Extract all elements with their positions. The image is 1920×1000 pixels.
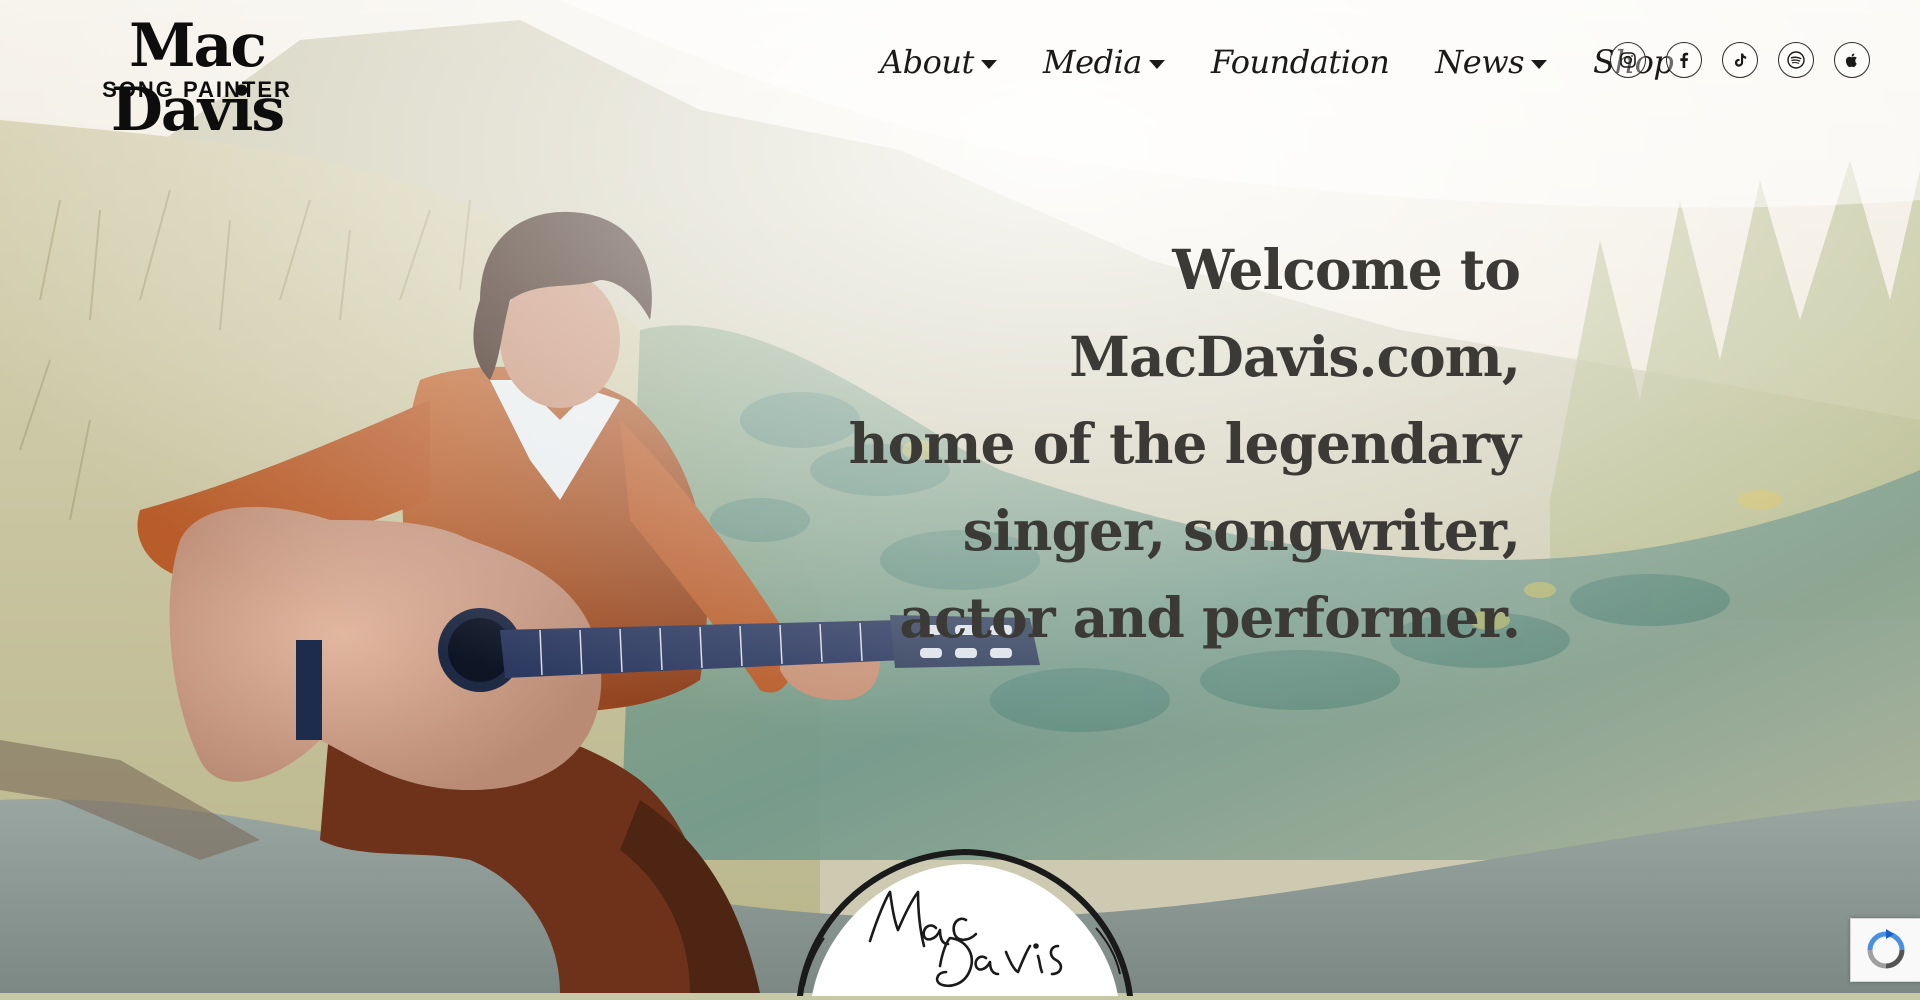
nav-item-label: About xyxy=(880,43,974,81)
hero-line: Welcome to MacDavis.com, xyxy=(1069,237,1521,389)
apple-icon[interactable] xyxy=(1834,42,1870,78)
caret-down-icon xyxy=(1148,60,1165,69)
signature-badge xyxy=(790,846,1140,999)
site-logo[interactable]: Mac Davis SONG PAINTER xyxy=(34,14,364,142)
nav-item-foundation[interactable]: Foundation xyxy=(1210,43,1390,81)
social-links xyxy=(1610,42,1870,78)
recaptcha-badge[interactable] xyxy=(1850,918,1920,982)
caret-down-icon xyxy=(980,60,997,69)
main-nav: About Media Foundation News Shop xyxy=(880,30,1674,94)
nav-item-label: Media xyxy=(1042,43,1143,81)
logo-tagline: SONG PAINTER xyxy=(102,77,292,102)
nav-item-label: News xyxy=(1435,43,1525,81)
caret-down-icon xyxy=(1531,60,1548,69)
facebook-icon[interactable] xyxy=(1666,42,1702,78)
spotify-icon[interactable] xyxy=(1778,42,1814,78)
hero-line: singer, songwriter, xyxy=(962,498,1521,563)
nav-item-news[interactable]: News xyxy=(1435,43,1548,81)
hero-line: actor and performer. xyxy=(899,585,1521,650)
instagram-icon[interactable] xyxy=(1610,42,1646,78)
hero-heading: Welcome to MacDavis.com, home of the leg… xyxy=(780,226,1521,661)
recaptcha-icon xyxy=(1867,929,1905,969)
nav-item-about[interactable]: About xyxy=(880,43,997,81)
nav-item-media[interactable]: Media xyxy=(1043,43,1165,81)
tiktok-icon[interactable] xyxy=(1722,42,1758,78)
hero-line: home of the legendary xyxy=(848,411,1521,476)
nav-item-label: Foundation xyxy=(1210,43,1390,81)
